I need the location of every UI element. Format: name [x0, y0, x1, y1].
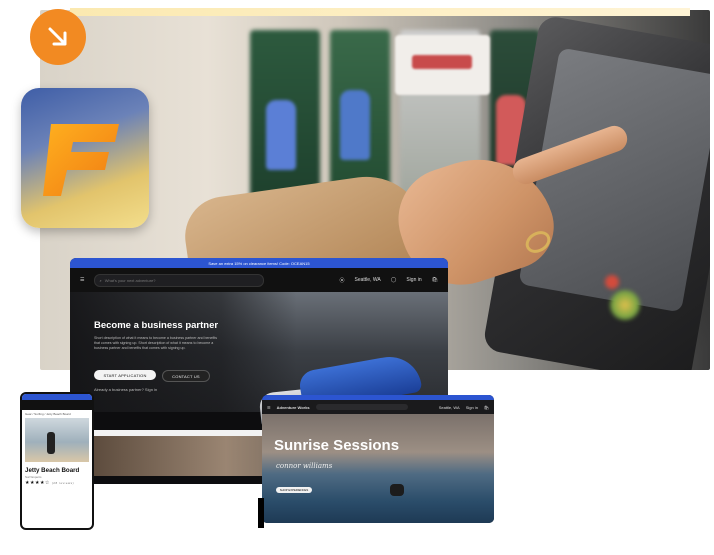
- hero-title: Become a business partner: [94, 320, 219, 331]
- top-nav: ☰ Adventure Works Seattle, WA Sign in 🛍: [262, 400, 494, 414]
- signature: connor williams: [276, 462, 333, 470]
- product-image: [25, 418, 89, 462]
- decorative-box: [104, 498, 258, 528]
- star-rating-icon: ★★★★☆: [25, 480, 50, 486]
- promo-banner[interactable]: Save an extra 15% on clearance items! Co…: [70, 258, 448, 268]
- product-title: Jetty Beach Board: [25, 467, 80, 474]
- menu-icon[interactable]: ☰: [267, 405, 271, 410]
- app-logo-icon: [21, 88, 149, 228]
- arrow-down-right-icon: [30, 9, 86, 65]
- rating: ★★★★☆ (28 reviews): [22, 479, 92, 487]
- location-link[interactable]: Seattle, WA: [355, 277, 381, 283]
- surfer-image: [390, 484, 404, 496]
- tablet-device: ☰ Adventure Works Seattle, WA Sign in 🛍 …: [262, 395, 494, 523]
- signin-link[interactable]: Sign in: [466, 405, 478, 410]
- start-application-button[interactable]: START APPLICATION: [94, 370, 156, 380]
- review-count[interactable]: (28 reviews): [52, 481, 74, 485]
- location-pin-icon: ⦿: [339, 277, 345, 284]
- signin-link[interactable]: Sign in: [406, 277, 421, 283]
- hero-description: Short description of what it means to be…: [94, 336, 218, 350]
- hero-banner: [70, 292, 448, 430]
- partner-signin-link[interactable]: Already a business partner? Sign in: [94, 387, 157, 392]
- user-icon: ◯: [390, 277, 397, 283]
- menu-icon[interactable]: ☰: [80, 277, 84, 283]
- cart-icon[interactable]: 🛍: [484, 405, 489, 410]
- search-icon: ⌕: [99, 277, 102, 283]
- contact-us-button[interactable]: CONTACT US: [162, 370, 210, 382]
- location-link[interactable]: Seattle, WA: [439, 405, 460, 410]
- brand-name[interactable]: Adventure Works: [277, 405, 310, 410]
- top-nav: [22, 400, 92, 410]
- search-placeholder: What's your next adventure?: [104, 277, 156, 283]
- shop-experiences-button[interactable]: SHOP EXPERIENCES: [276, 487, 312, 493]
- search-input[interactable]: ⌕ What's your next adventure?: [94, 273, 265, 287]
- search-input[interactable]: [315, 404, 408, 410]
- mobile-device: Gear / Surfing / Jetty Beach Board Jetty…: [20, 392, 94, 530]
- top-nav: ☰ ⌕ What's your next adventure? ⦿ Seattl…: [70, 268, 448, 292]
- cart-icon[interactable]: 🛍: [432, 277, 438, 283]
- surfer-image: [47, 432, 55, 454]
- hero-title: Sunrise Sessions: [274, 437, 400, 454]
- breadcrumb[interactable]: Gear / Surfing / Jetty Beach Board: [22, 410, 92, 418]
- accent-bar: [70, 8, 690, 16]
- device-edge: [258, 498, 264, 528]
